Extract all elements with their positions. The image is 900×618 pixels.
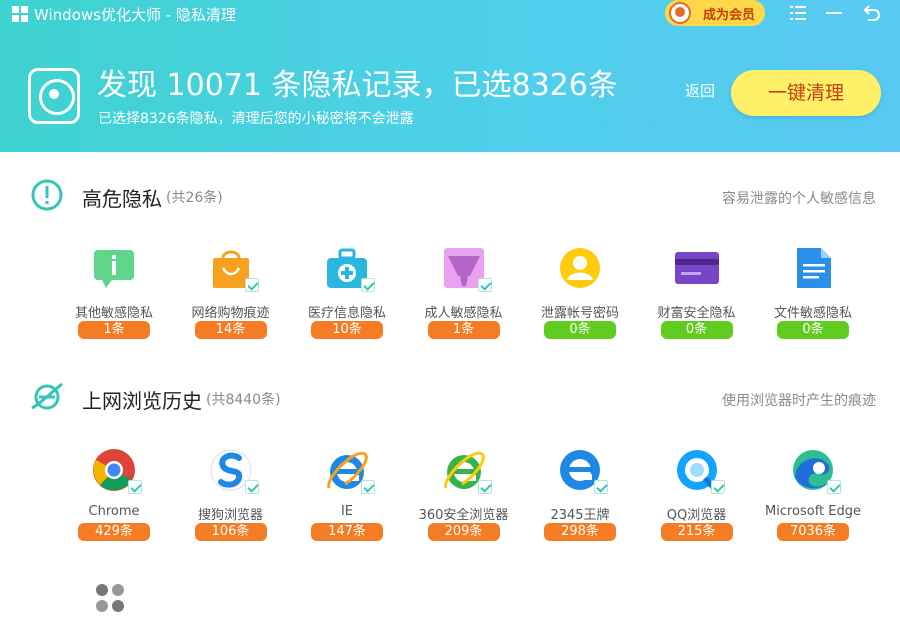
privacy-item[interactable]: QQ浏览器 215条	[647, 448, 747, 548]
privacy-item[interactable]: Microsoft Edge 7036条	[763, 448, 863, 548]
sogou-browser-icon	[209, 448, 259, 494]
high-risk-section-header: 高危隐私 (共26条) 容易泄露的个人敏感信息	[0, 178, 900, 218]
count-badge: 1条	[78, 321, 150, 339]
minimize-icon[interactable]	[822, 3, 846, 25]
app-title: Windows优化大师 - 隐私清理	[34, 6, 236, 24]
checkbox-checked[interactable]	[710, 480, 725, 494]
checkbox-checked[interactable]	[361, 480, 375, 494]
title-bar: Windows优化大师 - 隐私清理 成为会员	[0, 0, 900, 30]
count-badge: 0条	[544, 321, 616, 339]
privacy-item[interactable]: 财富安全隐私 0条	[647, 246, 747, 346]
warning-icon	[31, 179, 63, 211]
privacy-item[interactable]: 2345王牌 298条	[530, 448, 630, 548]
section-count: (共26条)	[166, 190, 223, 206]
item-label: Microsoft Edge	[764, 504, 861, 519]
item-label: 搜狗浏览器	[197, 508, 263, 523]
medical-kit-icon	[325, 246, 375, 292]
scan-result-subline: 已选择8326条隐私，清理后您的小秘密将不会泄露	[98, 111, 414, 127]
count-badge: 1条	[427, 321, 500, 339]
count-badge: 0条	[777, 321, 849, 339]
count-badge: 14条	[194, 321, 267, 339]
privacy-item[interactable]: 搜狗浏览器 106条	[181, 448, 281, 548]
checkbox-checked[interactable]	[361, 278, 375, 292]
browser-e-icon	[31, 382, 63, 410]
windows-logo-icon	[12, 6, 28, 22]
count-badge: 298条	[544, 523, 616, 541]
checkbox-checked[interactable]	[244, 278, 259, 292]
settings-gear-icon	[96, 584, 124, 612]
section-title: 高危隐私	[82, 187, 162, 211]
item-label: 成人敏感隐私	[424, 306, 503, 321]
qq-browser-icon	[675, 448, 725, 494]
back-arrow-icon[interactable]	[860, 3, 884, 25]
privacy-scan-icon	[28, 68, 80, 124]
item-label: Chrome	[88, 504, 140, 519]
item-label: 2345王牌	[550, 508, 610, 523]
count-badge: 7036条	[777, 523, 849, 541]
item-label: 其他敏感隐私	[74, 306, 153, 321]
chrome-icon	[92, 448, 142, 494]
privacy-item[interactable]: 医疗信息隐私 10条	[297, 246, 397, 346]
item-label: 泄露帐号密码	[540, 306, 619, 321]
one-click-clean-button[interactable]: 一键清理	[731, 70, 881, 116]
privacy-item[interactable]: 其他敏感隐私 1条	[64, 246, 164, 346]
privacy-item[interactable]: 泄露帐号密码 0条	[530, 246, 630, 346]
shopping-bag-icon	[209, 246, 259, 292]
count-badge: 209条	[427, 523, 500, 541]
count-badge: 0条	[660, 321, 733, 339]
checkbox-checked[interactable]	[244, 480, 259, 494]
privacy-item[interactable]: 成人敏感隐私 1条	[414, 246, 514, 346]
privacy-item[interactable]: IE 147条	[297, 448, 397, 548]
item-label: IE	[340, 504, 354, 519]
header-banner: Windows优化大师 - 隐私清理 成为会员 发现 10071 条隐私记录，已…	[0, 0, 900, 152]
checkbox-checked[interactable]	[477, 480, 492, 494]
browsing-section-header: 上网浏览历史 (共8440条) 使用浏览器时产生的痕迹	[0, 380, 900, 420]
item-label: QQ浏览器	[666, 508, 727, 523]
scan-result-headline: 发现 10071 条隐私记录，已选8326条	[97, 68, 618, 103]
ie-icon	[325, 448, 375, 494]
checkbox-checked[interactable]	[594, 480, 608, 494]
vip-label: 成为会员	[703, 8, 756, 23]
checkbox-checked[interactable]	[827, 480, 841, 494]
privacy-item[interactable]: Chrome 429条	[64, 448, 164, 548]
section-count: (共8440条)	[206, 392, 281, 408]
menu-icon[interactable]	[786, 3, 810, 25]
item-label: 财富安全隐私	[657, 306, 736, 321]
section-description: 使用浏览器时产生的痕迹	[722, 393, 876, 409]
count-badge: 429条	[78, 523, 150, 541]
count-badge: 147条	[311, 523, 383, 541]
document-icon	[791, 246, 835, 290]
count-badge: 106条	[194, 523, 267, 541]
item-label: 网络购物痕迹	[191, 306, 270, 321]
checkbox-checked[interactable]	[477, 278, 492, 292]
more-browser-item[interactable]	[92, 582, 132, 614]
count-badge: 215条	[660, 523, 733, 541]
privacy-item[interactable]: 网络购物痕迹 14条	[181, 246, 281, 346]
360-browser-icon	[442, 448, 492, 494]
section-description: 容易泄露的个人敏感信息	[722, 191, 876, 207]
checkbox-checked[interactable]	[128, 480, 142, 494]
privacy-item[interactable]: 360安全浏览器 209条	[414, 448, 514, 548]
back-link[interactable]: 返回	[685, 80, 715, 101]
user-account-icon	[558, 246, 602, 290]
2345-browser-icon	[558, 448, 608, 494]
avatar-icon	[669, 2, 691, 24]
chat-info-icon	[92, 246, 136, 290]
item-label: 文件敏感隐私	[773, 306, 852, 321]
underwear-icon	[442, 246, 492, 292]
edge-icon	[791, 448, 841, 494]
count-badge: 10条	[311, 321, 383, 339]
bank-card-icon	[674, 246, 719, 290]
privacy-item[interactable]: 文件敏感隐私 0条	[763, 246, 863, 346]
become-vip-button[interactable]: 成为会员	[665, 0, 765, 26]
section-title: 上网浏览历史	[82, 389, 202, 413]
item-label: 医疗信息隐私	[307, 306, 386, 321]
item-label: 360安全浏览器	[418, 508, 509, 523]
